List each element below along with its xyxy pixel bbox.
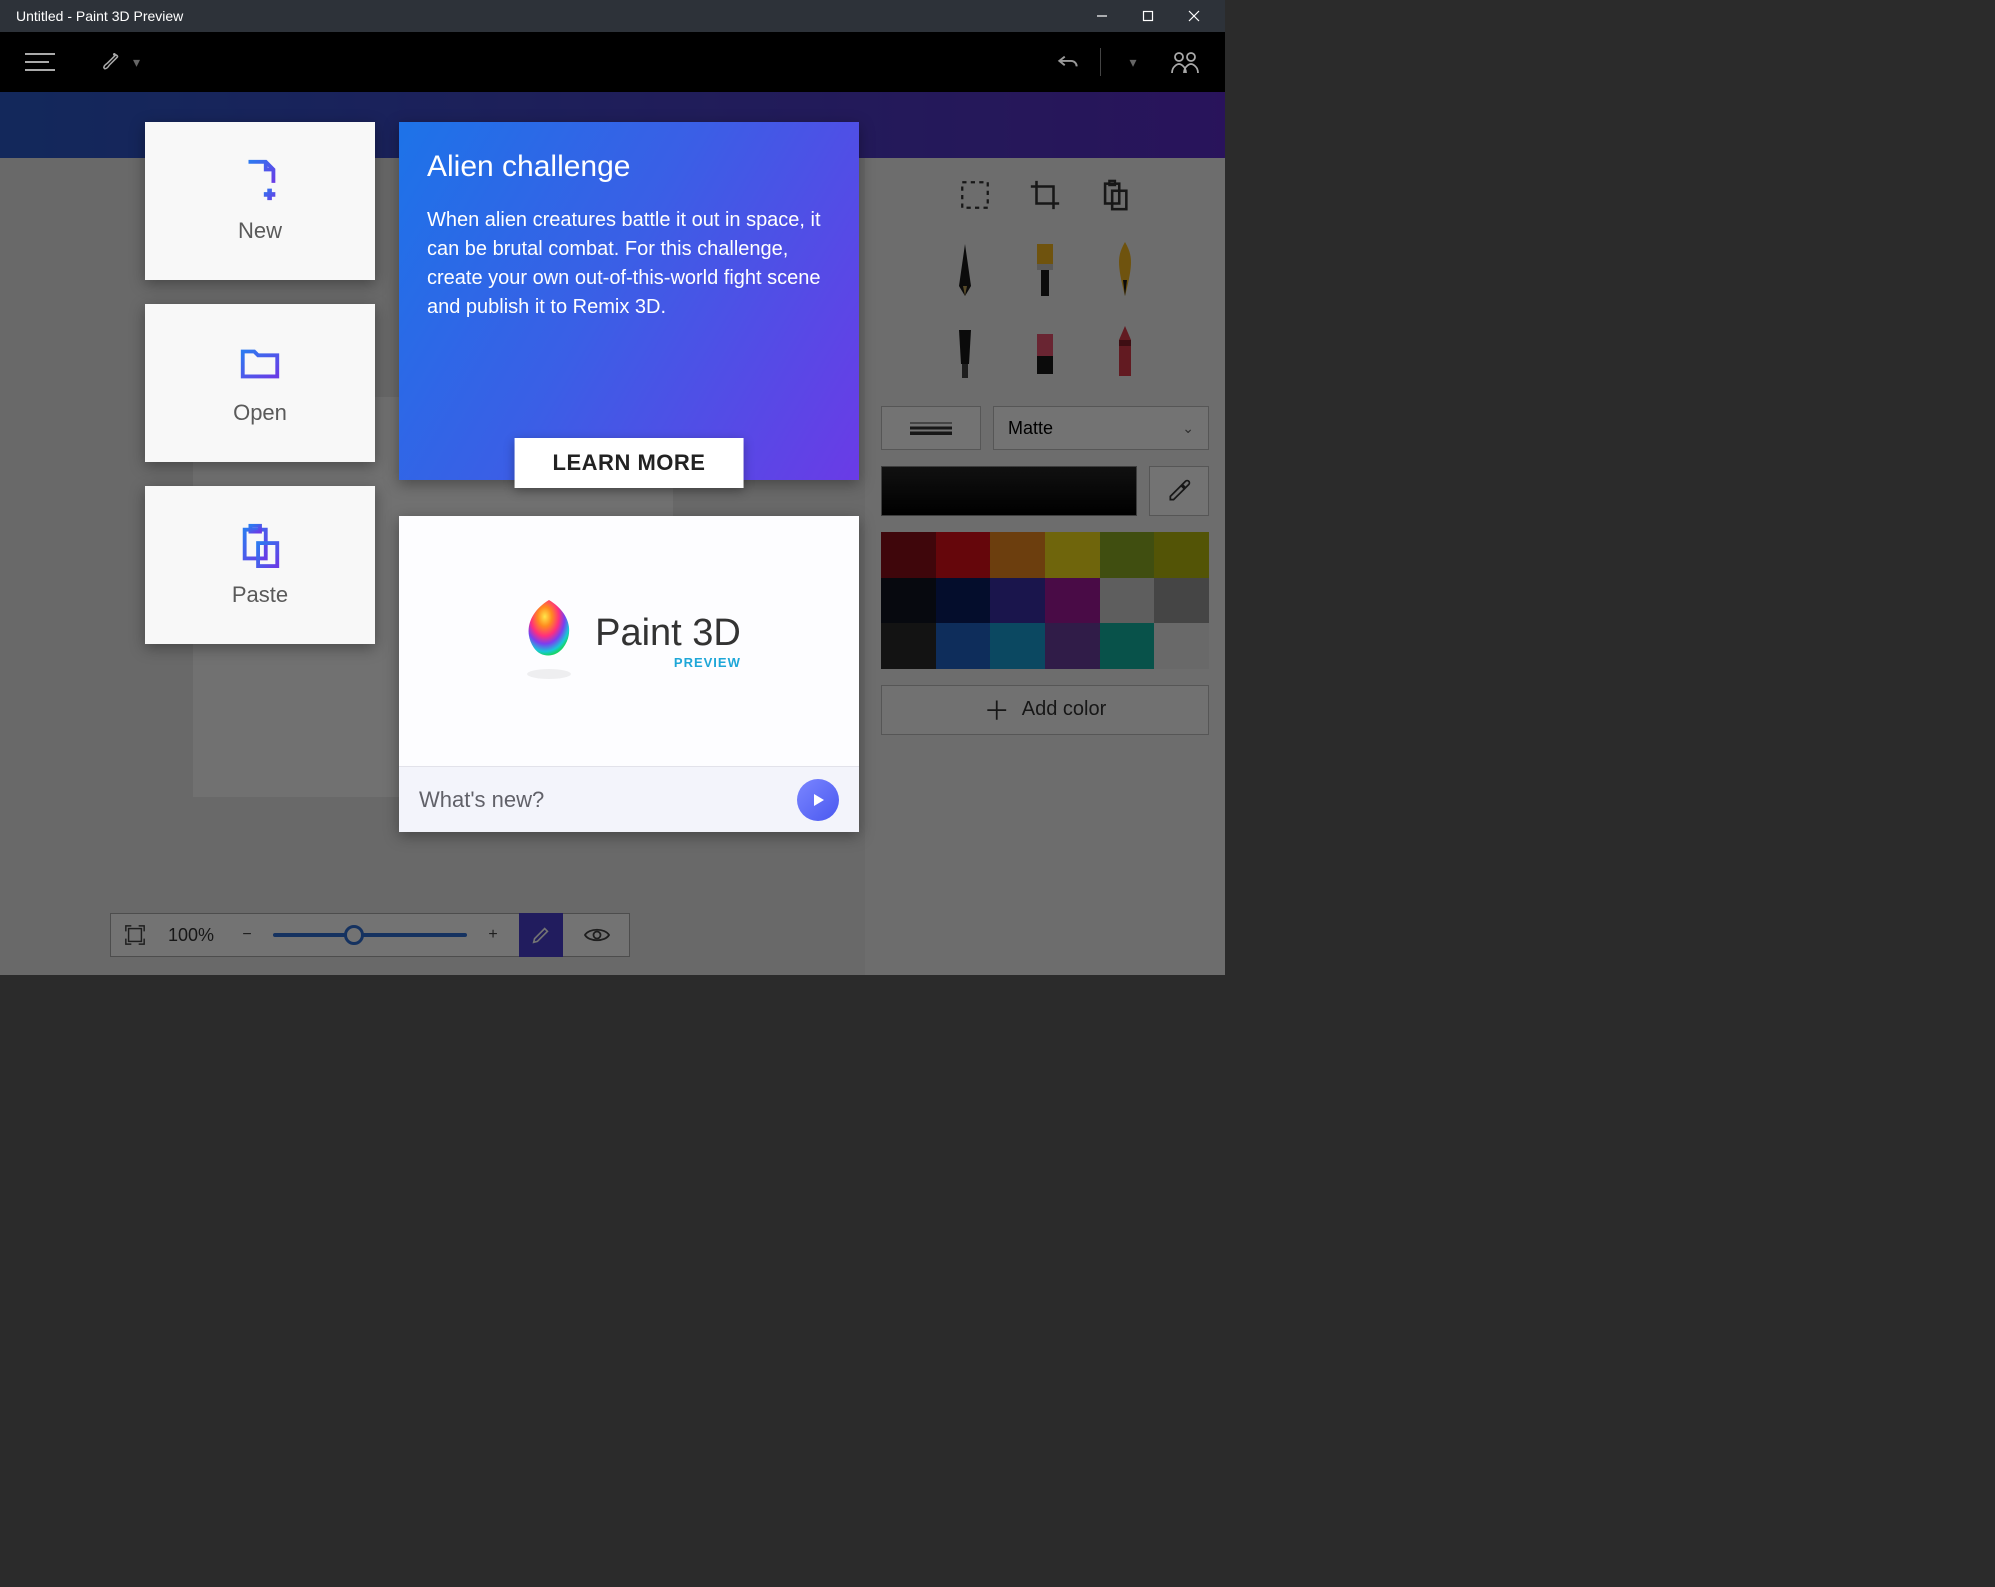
whats-new-label: What's new?	[419, 787, 544, 813]
play-button[interactable]	[797, 779, 839, 821]
tile-new[interactable]: New	[145, 122, 375, 280]
close-button[interactable]	[1171, 0, 1217, 32]
challenge-title: Alien challenge	[427, 150, 831, 184]
logo-title: Paint 3D	[595, 614, 741, 652]
brush-tool-button[interactable]: ▾	[100, 42, 140, 82]
logo-subtitle: PREVIEW	[674, 656, 741, 669]
tile-open-label: Open	[233, 400, 287, 426]
history-dropdown-button[interactable]: ▾	[1113, 42, 1153, 82]
titlebar: Untitled - Paint 3D Preview	[0, 0, 1225, 32]
window-controls	[1079, 0, 1217, 32]
paint3d-logo: Paint 3D PREVIEW	[399, 516, 859, 766]
whats-new-card: Paint 3D PREVIEW What's new?	[399, 516, 859, 832]
minimize-button[interactable]	[1079, 0, 1125, 32]
learn-more-button[interactable]: LEARN MORE	[515, 438, 744, 488]
chevron-down-icon: ▾	[133, 54, 140, 71]
challenge-body: When alien creatures battle it out in sp…	[427, 206, 831, 322]
community-button[interactable]	[1165, 42, 1205, 82]
maximize-button[interactable]	[1125, 0, 1171, 32]
tile-new-label: New	[238, 218, 282, 244]
menu-button[interactable]	[20, 42, 60, 82]
main-area: Matte ⌄ ＋ Add color 100% − + New	[0, 92, 1225, 975]
undo-button[interactable]	[1048, 42, 1088, 82]
tile-paste-label: Paste	[232, 582, 288, 608]
main-toolbar: ▾ ▾	[0, 32, 1225, 92]
welcome-overlay: New Open Paste Alien challenge When alie…	[145, 122, 859, 832]
tile-open[interactable]: Open	[145, 304, 375, 462]
window-title: Untitled - Paint 3D Preview	[8, 8, 1079, 24]
challenge-card: Alien challenge When alien creatures bat…	[399, 122, 859, 480]
tile-paste[interactable]: Paste	[145, 486, 375, 644]
divider	[1100, 48, 1101, 76]
